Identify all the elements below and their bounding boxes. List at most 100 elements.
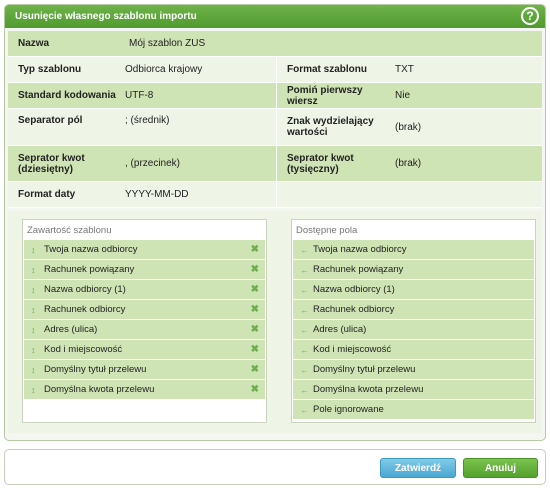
drag-handle-icon[interactable]: ↕	[31, 365, 44, 375]
list-item[interactable]: ← Rachunek powiązany	[293, 260, 534, 279]
remove-icon[interactable]: ✖	[251, 264, 259, 275]
drag-handle-icon[interactable]: ↕	[31, 345, 44, 355]
remove-icon[interactable]: ✖	[251, 244, 259, 255]
arrow-left-icon[interactable]: ←	[300, 285, 313, 295]
thousand-sep-label: Seprator kwot (tysięczny)	[287, 152, 354, 175]
list-item[interactable]: ↕ Nazwa odbiorcy (1) ✖	[24, 280, 265, 299]
decimal-sep-value: , (przecinek)	[125, 158, 181, 169]
dialog-titlebar: Usunięcie własnego szablonu importu ?	[5, 5, 545, 28]
list-item-label: Twoja nazwa odbiorcy	[313, 244, 407, 255]
list-item-label: Domyślna kwota przelewu	[313, 384, 424, 395]
list-item-label: Rachunek powiązany	[44, 264, 135, 275]
arrow-left-icon[interactable]: ←	[300, 365, 313, 375]
available-fields-panel: Dostępne pola ← Twoja nazwa odbiorcy ← Rach…	[291, 219, 536, 423]
prop-row-separators: Separator pól ; (średnik) Znak wydzielaj…	[8, 109, 542, 146]
encoding-value: UTF-8	[125, 90, 154, 101]
decimal-sep-label: Seprator kwot (dziesiętny)	[18, 152, 85, 175]
list-item-label: Rachunek odbiorcy	[44, 304, 126, 315]
remove-icon[interactable]: ✖	[251, 304, 259, 315]
list-item-label: Nazwa odbiorcy (1)	[44, 284, 126, 295]
template-properties: Nazwa Mój szablon ZUS Typ szablonu Odbio…	[8, 31, 542, 208]
arrow-left-icon[interactable]: ←	[300, 325, 313, 335]
list-item[interactable]: ↕ Adres (ulica) ✖	[24, 320, 265, 339]
arrow-left-icon[interactable]: ←	[300, 245, 313, 255]
skip-first-value: Nie	[395, 90, 411, 101]
import-template-dialog: Usunięcie własnego szablonu importu ? Na…	[4, 4, 546, 441]
list-item-label: Rachunek powiązany	[313, 264, 404, 275]
list-item-label: Adres (ulica)	[313, 324, 367, 335]
prop-row-name: Nazwa Mój szablon ZUS	[8, 31, 542, 57]
field-mapping-area: Zawartość szablonu ↕ Twoja nazwa odbiorcy…	[8, 211, 542, 433]
prop-row-amount-separators: Seprator kwot (dziesiętny) , (przecinek)…	[8, 146, 542, 182]
arrow-left-icon[interactable]: ←	[300, 345, 313, 355]
cancel-button[interactable]: Anuluj	[463, 458, 538, 478]
remove-icon[interactable]: ✖	[251, 384, 259, 395]
remove-icon[interactable]: ✖	[251, 344, 259, 355]
available-fields-list: ← Twoja nazwa odbiorcy ← Rachunek powiązany…	[292, 240, 535, 419]
drag-handle-icon[interactable]: ↕	[31, 285, 44, 295]
list-item[interactable]: ← Adres (ulica)	[293, 320, 534, 339]
list-item-label: Nazwa odbiorcy (1)	[313, 284, 395, 295]
date-format-label: Format daty	[18, 189, 76, 200]
list-item-label: Pole ignorowane	[313, 404, 384, 415]
remove-icon[interactable]: ✖	[251, 324, 259, 335]
list-item[interactable]: ↕ Rachunek powiązany ✖	[24, 260, 265, 279]
type-value: Odbiorca krajowy	[125, 64, 203, 75]
format-label: Format szablonu	[287, 64, 368, 75]
quote-char-value: (brak)	[395, 121, 422, 133]
drag-handle-icon[interactable]: ↕	[31, 245, 44, 255]
skip-first-label: Pomiń pierwszy wiersz	[287, 84, 363, 107]
list-item[interactable]: ↕ Rachunek odbiorcy ✖	[24, 300, 265, 319]
template-content-panel: Zawartość szablonu ↕ Twoja nazwa odbiorcy…	[22, 219, 267, 423]
quote-char-label: Znak wydzielający wartości	[287, 116, 374, 138]
list-item-label: Domyślna kwota przelewu	[44, 384, 155, 395]
list-item[interactable]: ← Rachunek odbiorcy	[293, 300, 534, 319]
list-item-label: Domyślny tytuł przelewu	[313, 364, 416, 375]
encoding-label: Standard kodowania	[18, 90, 116, 101]
list-item[interactable]: ← Twoja nazwa odbiorcy	[293, 240, 534, 259]
template-content-list: ↕ Twoja nazwa odbiorcy ✖ ↕ Rachunek powiązan…	[23, 240, 266, 399]
arrow-left-icon[interactable]: ←	[300, 405, 313, 415]
dialog-title: Usunięcie własnego szablonu importu	[15, 11, 197, 22]
arrow-left-icon[interactable]: ←	[300, 305, 313, 315]
list-item[interactable]: ← Pole ignorowane	[293, 400, 534, 419]
list-item[interactable]: ← Kod i miejscowość	[293, 340, 534, 359]
drag-handle-icon[interactable]: ↕	[31, 325, 44, 335]
name-value: Mój szablon ZUS	[129, 38, 206, 49]
list-item-label: Kod i miejscowość	[44, 344, 123, 355]
list-item[interactable]: ← Domyślny tytuł przelewu	[293, 360, 534, 379]
available-fields-title: Dostępne pola	[296, 225, 358, 236]
list-item[interactable]: ↕ Domyślny tytuł przelewu ✖	[24, 360, 265, 379]
drag-handle-icon[interactable]: ↕	[31, 305, 44, 315]
confirm-button[interactable]: Zatwierdź	[380, 458, 456, 478]
remove-icon[interactable]: ✖	[251, 284, 259, 295]
list-item[interactable]: ← Domyślna kwota przelewu	[293, 380, 534, 399]
list-item-label: Twoja nazwa odbiorcy	[44, 244, 138, 255]
prop-row-encoding: Standard kodowania UTF-8 Pomiń pierwszy …	[8, 83, 542, 109]
drag-handle-icon[interactable]: ↕	[31, 265, 44, 275]
thousand-sep-value: (brak)	[395, 158, 422, 169]
field-sep-label: Separator pól	[18, 115, 83, 126]
help-icon[interactable]: ?	[521, 7, 539, 25]
list-item-label: Adres (ulica)	[44, 324, 98, 335]
template-content-title: Zawartość szablonu	[27, 225, 112, 236]
list-item-label: Kod i miejscowość	[313, 344, 392, 355]
name-label: Nazwa	[18, 38, 50, 49]
dialog-footer: Zatwierdź Anuluj	[4, 449, 546, 485]
drag-handle-icon[interactable]: ↕	[31, 385, 44, 395]
list-item[interactable]: ↕ Kod i miejscowość ✖	[24, 340, 265, 359]
list-item-label: Rachunek odbiorcy	[313, 304, 395, 315]
field-sep-value: ; (średnik)	[125, 115, 170, 126]
date-format-value: YYYY-MM-DD	[125, 189, 189, 200]
list-item[interactable]: ← Nazwa odbiorcy (1)	[293, 280, 534, 299]
type-label: Typ szablonu	[18, 64, 82, 75]
list-item[interactable]: ↕ Twoja nazwa odbiorcy ✖	[24, 240, 265, 259]
prop-row-date-format: Format daty YYYY-MM-DD	[8, 182, 542, 208]
format-value: TXT	[395, 64, 414, 75]
arrow-left-icon[interactable]: ←	[300, 265, 313, 275]
arrow-left-icon[interactable]: ←	[300, 385, 313, 395]
list-item-label: Domyślny tytuł przelewu	[44, 364, 147, 375]
list-item[interactable]: ↕ Domyślna kwota przelewu ✖	[24, 380, 265, 399]
remove-icon[interactable]: ✖	[251, 364, 259, 375]
prop-row-type: Typ szablonu Odbiorca krajowy Format sza…	[8, 57, 542, 83]
